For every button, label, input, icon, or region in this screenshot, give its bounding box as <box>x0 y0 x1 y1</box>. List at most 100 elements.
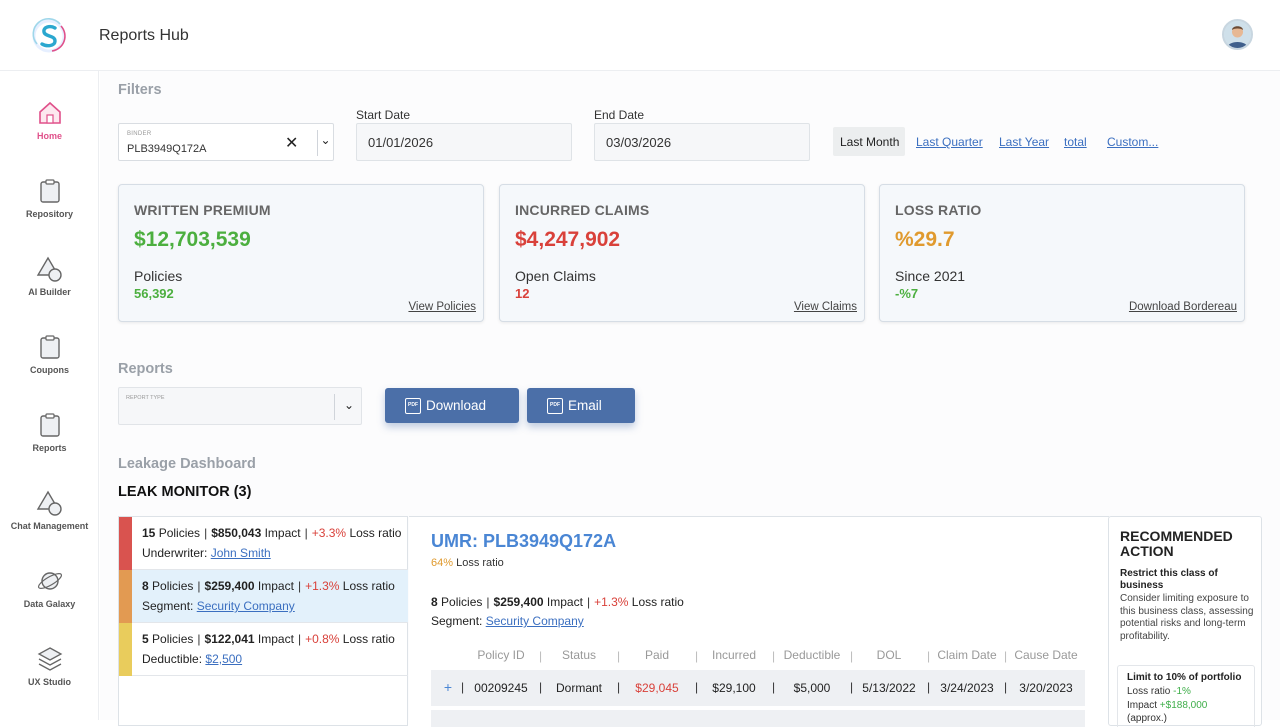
clipboard-icon <box>39 335 60 359</box>
impact-word: Impact <box>264 526 301 540</box>
option-ratio-label: Loss ratio <box>1127 686 1171 697</box>
chevron-down-icon[interactable]: ⌄ <box>335 398 363 412</box>
divider: | <box>695 680 699 694</box>
divider: | <box>927 680 931 694</box>
leakage-title: Leakage Dashboard <box>118 456 256 472</box>
clear-icon[interactable]: ✕ <box>285 133 298 153</box>
sidebar-item-ux-studio[interactable]: UX Studio <box>0 645 99 687</box>
chevron-down-icon[interactable]: ⌄ <box>317 133 334 147</box>
user-avatar[interactable] <box>1222 19 1253 50</box>
app-title: Reports Hub <box>99 27 189 44</box>
pdf-icon: PDF <box>405 398 421 414</box>
sidebar-item-label: Data Galaxy <box>23 599 76 609</box>
leak-row[interactable]: 5 Policies | $122,041 Impact | +0.8% Loss ra… <box>119 623 408 676</box>
col-cause-date[interactable]: Cause Date <box>1013 648 1079 662</box>
table-row[interactable]: + | 00209245 | Dormant | $29,045 | $29,1… <box>431 670 1085 706</box>
card-sub-label: Policies <box>134 268 183 284</box>
sidebar-item-ai-builder[interactable]: AI Builder <box>0 255 99 297</box>
sidebar-item-label: UX Studio <box>28 677 71 687</box>
range-last-year[interactable]: Last Year <box>999 127 1049 156</box>
col-incurred[interactable]: Incurred <box>704 648 764 662</box>
sidebar-item-label: Repository <box>25 209 73 219</box>
deductible-link[interactable]: $2,500 <box>205 652 242 666</box>
cell-paid: $29,045 <box>635 681 679 695</box>
recommendation-option[interactable]: Limit to 10% of portfolio Loss ratio -1%… <box>1117 665 1255 727</box>
col-claim-date[interactable]: Claim Date <box>936 648 998 662</box>
shapes-icon <box>36 256 62 282</box>
avatar-icon <box>1224 21 1251 48</box>
ratio-change: +1.3% <box>305 579 340 593</box>
binder-value: PLB3949Q172A <box>127 143 207 155</box>
shapes-icon <box>36 490 62 516</box>
view-policies-link[interactable]: View Policies <box>408 301 476 313</box>
col-dol[interactable]: DOL <box>859 648 919 662</box>
sidebar-item-data-galaxy[interactable]: Data Galaxy <box>0 567 99 609</box>
policies-word: Policies <box>441 595 483 609</box>
loss-ratio-card: LOSS RATIO %29.7 Since 2021 -%7 Download… <box>879 184 1245 322</box>
ratio-label: Loss ratio <box>456 557 504 569</box>
binder-select[interactable]: BINDER PLB3949Q172A ✕ ⌄ <box>118 123 334 161</box>
binder-label: BINDER <box>127 131 152 137</box>
col-status[interactable]: Status <box>549 648 609 662</box>
card-value: %29.7 <box>895 228 955 251</box>
divider: | <box>850 680 854 694</box>
main-content: Filters BINDER PLB3949Q172A ✕ ⌄ Start Da… <box>100 71 1280 727</box>
cell-dol: 5/13/2022 <box>862 681 916 695</box>
leak-row-selected[interactable]: 8 Policies | $259,400 Impact | +1.3% Loss ra… <box>119 570 408 623</box>
card-value: $4,247,902 <box>515 228 621 251</box>
impact-value: $259,400 <box>493 595 544 609</box>
sidebar: Home Repository AI Builder Coupons Repor… <box>0 71 99 720</box>
range-custom[interactable]: Custom... <box>1107 127 1158 156</box>
leak-row[interactable]: 15 Policies | $850,043 Impact | +3.3% Loss r… <box>119 517 408 570</box>
card-value: $12,703,539 <box>134 228 251 251</box>
view-claims-link[interactable]: View Claims <box>794 301 857 313</box>
card-title: LOSS RATIO <box>895 202 982 218</box>
download-button[interactable]: PDF Download <box>385 388 519 423</box>
underwriter-link[interactable]: John Smith <box>211 546 271 560</box>
loss-ratio-word: Loss ratio <box>631 595 684 609</box>
option-impact: Impact +$188,000 <box>1127 700 1207 711</box>
start-date-input[interactable]: 01/01/2026 <box>356 123 572 161</box>
range-total[interactable]: total <box>1064 127 1087 156</box>
leak-detail-panel: UMR: PLB3949Q172A 64% Loss ratio 8 Polic… <box>409 516 1109 727</box>
ratio-change: +0.8% <box>305 632 340 646</box>
sidebar-item-coupons[interactable]: Coupons <box>0 333 99 375</box>
ratio-change: +3.3% <box>311 526 347 540</box>
card-sub-value: -%7 <box>895 286 919 301</box>
planet-icon <box>37 572 62 590</box>
card-sub-label: Since 2021 <box>895 268 966 284</box>
segment-link[interactable]: Security Company <box>486 614 584 628</box>
table-row[interactable] <box>431 710 1085 727</box>
sidebar-item-reports[interactable]: Reports <box>0 411 99 453</box>
segment-link[interactable]: Security Company <box>197 599 295 613</box>
impact-value: $850,043 <box>211 526 262 540</box>
email-button[interactable]: PDF Email <box>527 388 635 423</box>
home-icon <box>38 101 61 124</box>
impact-word: Impact <box>257 632 294 646</box>
top-bar: Reports Hub <box>0 0 1280 71</box>
email-label: Email <box>568 398 602 413</box>
logo-icon[interactable] <box>28 16 72 56</box>
leak-list: 15 Policies | $850,043 Impact | +3.3% Loss r… <box>118 516 408 726</box>
download-bordereau-link[interactable]: Download Bordereau <box>1129 301 1237 313</box>
col-deductible[interactable]: Deductible <box>781 648 843 662</box>
range-last-quarter[interactable]: Last Quarter <box>916 127 983 156</box>
col-paid[interactable]: Paid <box>627 648 687 662</box>
sidebar-item-chat-management[interactable]: Chat Management <box>0 489 99 531</box>
sidebar-item-home[interactable]: Home <box>0 99 99 141</box>
sidebar-item-repository[interactable]: Repository <box>0 177 99 219</box>
report-type-select[interactable]: REPORT TYPE ⌄ <box>118 387 362 425</box>
col-policy-id[interactable]: Policy ID <box>471 648 531 662</box>
end-date-input[interactable]: 03/03/2026 <box>594 123 810 161</box>
card-sub-value: 56,392 <box>134 286 174 301</box>
table-header: Policy ID | Status | Paid | Incurred | D… <box>431 648 1085 666</box>
incurred-claims-card: INCURRED CLAIMS $4,247,902 Open Claims 1… <box>499 184 865 322</box>
umr-loss-ratio: 64% Loss ratio <box>431 557 504 569</box>
expand-icon[interactable]: + <box>442 679 454 695</box>
umr-title: UMR: PLB3949Q172A <box>431 531 617 551</box>
range-last-month[interactable]: Last Month <box>833 127 905 156</box>
divider: | <box>617 649 621 663</box>
leak-summary: 5 Policies | $122,041 Impact | +0.8% Loss ra… <box>142 632 395 646</box>
policies-word: Policies <box>152 632 194 646</box>
divider: | <box>539 680 543 694</box>
